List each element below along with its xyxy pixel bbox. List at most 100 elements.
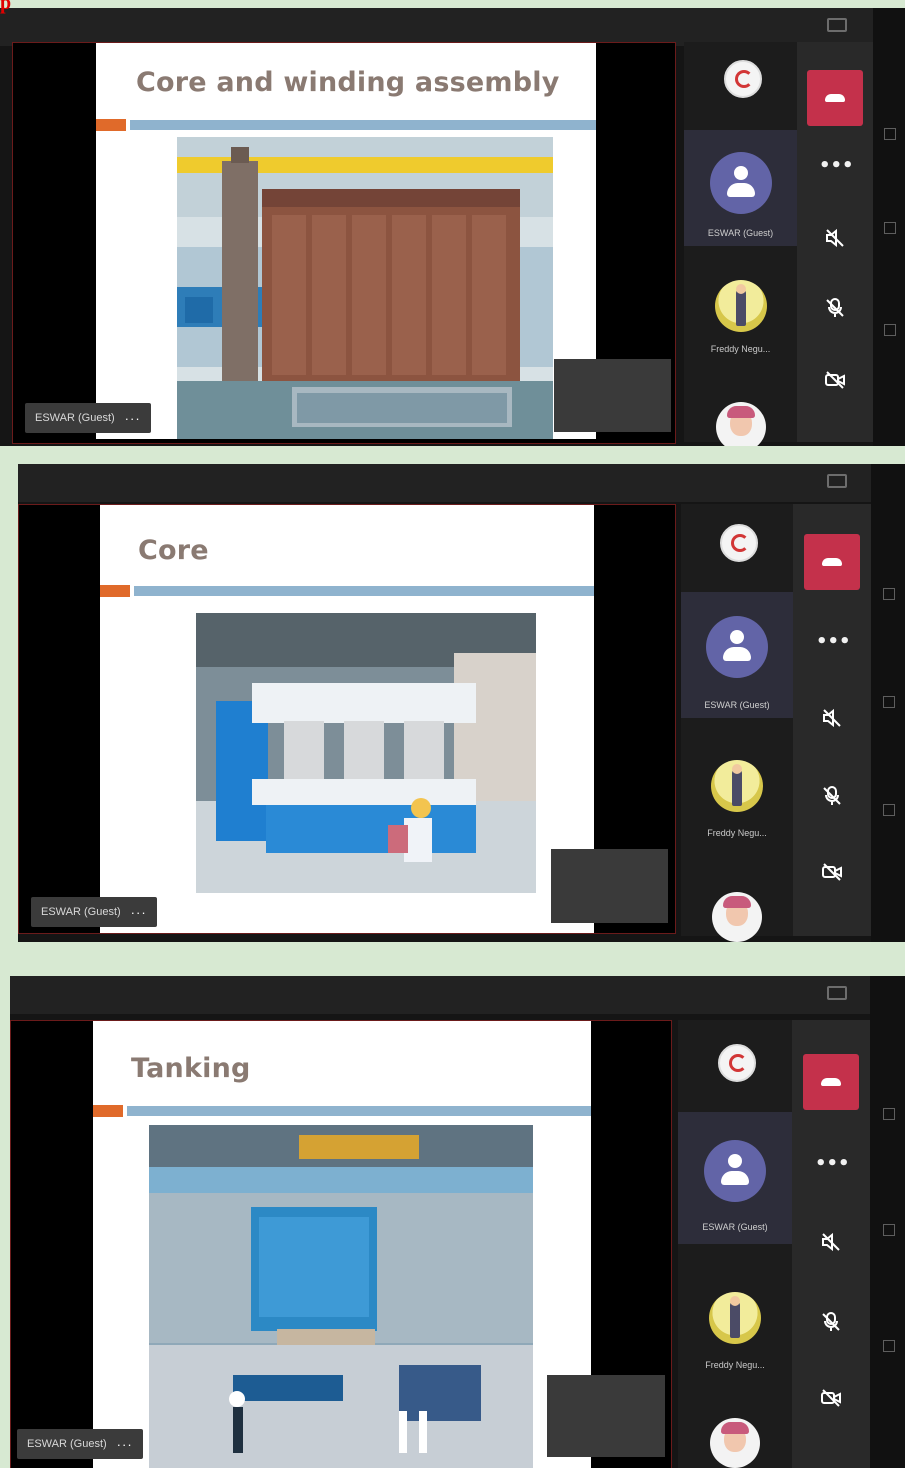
window-icon	[827, 474, 847, 488]
logo-avatar-icon	[718, 1044, 756, 1082]
camera-off-icon	[822, 863, 842, 881]
speaker-off-icon	[826, 228, 844, 248]
participant-other[interactable]	[678, 1418, 792, 1468]
freddy-avatar	[714, 280, 767, 332]
self-name-label: ESWAR (Guest)	[35, 412, 115, 424]
back-icon[interactable]	[884, 128, 896, 140]
back-icon[interactable]	[883, 588, 895, 600]
participant-freddy[interactable]: Freddy Negu...	[684, 280, 797, 360]
guest-avatar-icon	[709, 152, 772, 214]
participant-other[interactable]	[684, 402, 797, 446]
more-options-button[interactable]: •••	[819, 152, 854, 180]
top-bar	[10, 976, 905, 1014]
home-icon[interactable]	[883, 696, 895, 708]
participant-face-avatar	[715, 402, 766, 446]
more-icon[interactable]: ···	[131, 905, 147, 920]
title-underline	[134, 586, 594, 596]
slide-title: Tanking	[131, 1053, 251, 1084]
participant-roster: ESWAR (Guest) Freddy Negu...	[681, 504, 793, 942]
slide-photo	[177, 137, 553, 439]
camera-off-icon	[825, 371, 845, 389]
self-name-chip[interactable]: ESWAR (Guest) ···	[17, 1429, 143, 1459]
guest-participant[interactable]: ESWAR (Guest)	[681, 592, 793, 718]
phone-hangup-icon	[822, 558, 842, 566]
top-bar	[0, 8, 905, 46]
recents-icon[interactable]	[882, 1340, 895, 1352]
home-icon[interactable]	[884, 222, 896, 234]
guest-avatar-icon	[704, 1140, 766, 1202]
guest-avatar-icon	[706, 616, 768, 678]
guest-participant[interactable]: ESWAR (Guest)	[684, 130, 797, 246]
meeting-screenshot-2: Core ESWAR (Guest) ··· ESWAR (Guest) Fre…	[18, 464, 905, 942]
participant-freddy[interactable]: Freddy Negu...	[678, 1292, 792, 1376]
title-underline	[127, 1106, 591, 1116]
self-video-preview	[547, 1375, 665, 1457]
hangup-button[interactable]	[807, 70, 863, 126]
participant-logo[interactable]	[684, 60, 797, 98]
participant-roster: ESWAR (Guest) Freddy Negu...	[678, 1020, 792, 1468]
title-accent	[100, 585, 130, 597]
title-underline	[130, 120, 596, 130]
mic-off-icon	[826, 298, 844, 317]
participant-logo[interactable]	[678, 1044, 792, 1082]
mic-off-button[interactable]	[819, 294, 851, 322]
participant-face-avatar	[712, 892, 762, 942]
page-mark: p	[0, 0, 905, 14]
device-nav-strip	[870, 976, 905, 1468]
camera-off-button[interactable]	[816, 858, 848, 886]
top-bar	[18, 464, 905, 502]
mic-off-icon	[822, 1312, 840, 1331]
camera-off-button[interactable]	[815, 1384, 847, 1412]
recents-icon[interactable]	[883, 804, 895, 816]
call-controls: •••	[793, 504, 871, 936]
slide-title: Core	[138, 535, 209, 566]
guest-name: ESWAR (Guest)	[702, 1222, 768, 1232]
hangup-button[interactable]	[803, 1054, 859, 1110]
home-icon[interactable]	[882, 1224, 895, 1236]
participant-other[interactable]	[681, 892, 793, 942]
presentation-slide: Core and winding assembly	[96, 43, 596, 439]
self-name-label: ESWAR (Guest)	[41, 906, 121, 918]
speaker-off-icon	[823, 708, 841, 728]
participant-name: Freddy Negu...	[707, 828, 767, 838]
mic-off-icon	[823, 786, 841, 805]
camera-off-icon	[821, 1389, 841, 1407]
more-icon[interactable]: ···	[125, 411, 141, 426]
freddy-avatar	[711, 760, 763, 812]
logo-avatar-icon	[720, 524, 758, 562]
mic-off-button[interactable]	[815, 1308, 847, 1336]
guest-name: ESWAR (Guest)	[707, 228, 774, 238]
meeting-screenshot-3: Tanking ESWAR (Guest) ··· ESWAR (Guest) …	[10, 976, 905, 1468]
presentation-slide: Core	[100, 505, 594, 933]
speaker-off-button[interactable]	[819, 224, 851, 252]
logo-avatar-icon	[723, 60, 762, 98]
more-icon[interactable]: ···	[117, 1437, 133, 1452]
meeting-screenshot-1: Core and winding assembly ESWAR (Guest) …	[0, 8, 905, 446]
back-icon[interactable]	[882, 1108, 895, 1120]
more-options-button[interactable]: •••	[815, 1150, 850, 1178]
presentation-slide: Tanking	[93, 1021, 591, 1468]
self-name-chip[interactable]: ESWAR (Guest) ···	[25, 403, 151, 433]
speaker-off-icon	[822, 1232, 840, 1252]
participant-logo[interactable]	[681, 524, 793, 562]
recents-icon[interactable]	[884, 324, 896, 336]
title-accent	[93, 1105, 123, 1117]
window-icon	[827, 18, 847, 32]
self-name-chip[interactable]: ESWAR (Guest) ···	[31, 897, 157, 927]
participant-name: Freddy Negu...	[710, 344, 771, 354]
device-nav-strip	[873, 8, 905, 446]
call-controls: •••	[792, 1020, 870, 1468]
speaker-off-button[interactable]	[816, 704, 848, 732]
shared-screen: Core and winding assembly ESWAR (Guest) …	[12, 42, 676, 444]
shared-screen: Core ESWAR (Guest) ···	[18, 504, 676, 934]
guest-participant[interactable]: ESWAR (Guest)	[678, 1112, 792, 1244]
participant-freddy[interactable]: Freddy Negu...	[681, 760, 793, 844]
hangup-button[interactable]	[804, 534, 860, 590]
participant-name: Freddy Negu...	[705, 1360, 765, 1370]
slide-photo	[196, 613, 536, 893]
speaker-off-button[interactable]	[815, 1228, 847, 1256]
camera-off-button[interactable]	[819, 366, 851, 394]
phone-hangup-icon	[825, 94, 845, 102]
more-options-button[interactable]: •••	[816, 628, 851, 656]
mic-off-button[interactable]	[816, 782, 848, 810]
